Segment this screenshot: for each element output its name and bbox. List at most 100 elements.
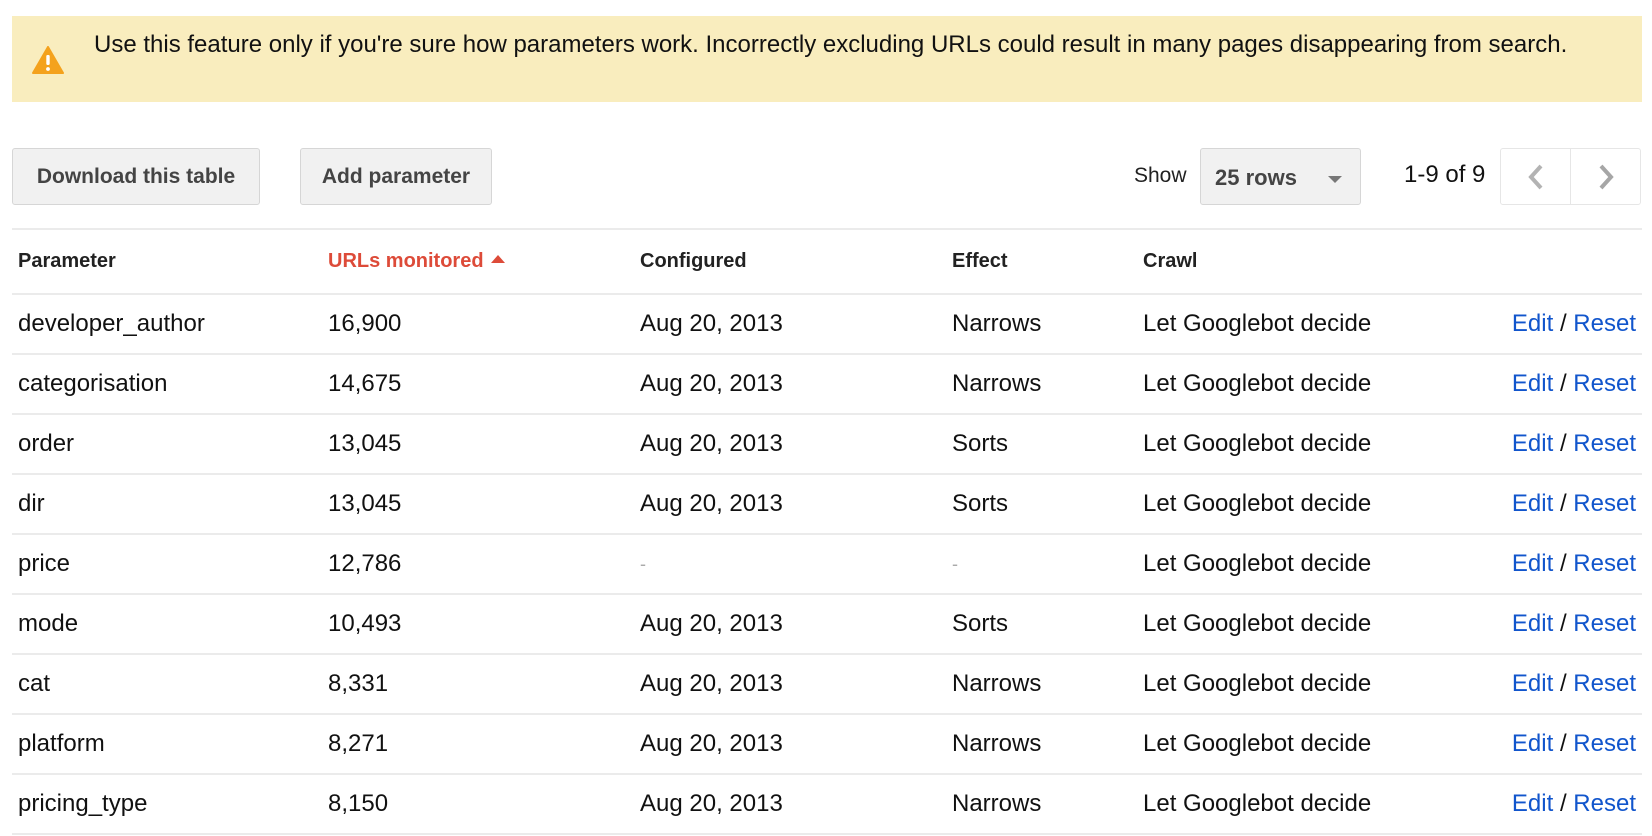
actions-cell: Edit / Reset [1457,354,1642,415]
table-row: mode 10,493 Aug 20, 2013 Sorts Let Googlebot… [12,594,1642,655]
sort-ascending-icon [490,255,505,263]
crawl-cell: Let Googlebot decide [1137,774,1457,835]
urls-monitored-cell: 13,045 [322,474,634,535]
urls-monitored-cell: 8,331 [322,654,634,715]
reset-link[interactable]: Reset [1573,430,1636,457]
reset-link[interactable]: Reset [1573,550,1636,577]
actions-cell: Edit / Reset [1457,594,1642,655]
table-header-row: Parameter URLs monitored Configured Effe… [12,229,1642,295]
effect-cell: - [946,534,1137,595]
table-row: price 12,786- - Let Googlebot decide Edit / … [12,534,1642,595]
add-parameter-button[interactable]: Add parameter [300,148,492,205]
configured-cell: - [634,534,946,595]
reset-link[interactable]: Reset [1573,370,1636,397]
actions-cell: Edit / Reset [1457,474,1642,535]
table-row: dir 13,045 Aug 20, 2013 Sorts Let Googlebot … [12,474,1642,535]
previous-page-button[interactable] [1501,149,1570,204]
parameter-cell: price [12,534,322,595]
edit-link[interactable]: Edit [1512,370,1553,397]
table-row: platform 8,271 Aug 20, 2013 Narrows Let Goog… [12,714,1642,775]
parameter-cell: platform [12,714,322,775]
effect-cell: Narrows [946,294,1137,355]
show-label: Show [1134,164,1187,187]
edit-link[interactable]: Edit [1512,430,1553,457]
separator: / [1559,430,1567,457]
configured-cell: Aug 20, 2013 [634,654,946,715]
warning-triangle-icon [32,46,64,74]
separator: / [1559,790,1567,817]
separator: / [1559,310,1567,337]
parameter-cell: categorisation [12,354,322,415]
column-header-urls-monitored[interactable]: URLs monitored [322,229,634,295]
column-header-parameter[interactable]: Parameter [12,229,322,295]
urls-monitored-cell: 10,493 [322,594,634,655]
reset-link[interactable]: Reset [1573,610,1636,637]
configured-cell: Aug 20, 2013 [634,414,946,475]
edit-link[interactable]: Edit [1512,790,1553,817]
actions-cell: Edit / Reset [1457,774,1642,835]
crawl-cell: Let Googlebot decide [1137,594,1457,655]
crawl-cell: Let Googlebot decide [1137,414,1457,475]
download-table-button[interactable]: Download this table [12,148,260,205]
effect-cell: Sorts [946,594,1137,655]
column-header-effect[interactable]: Effect [946,229,1137,295]
separator: / [1559,730,1567,757]
column-header-configured[interactable]: Configured [634,229,946,295]
reset-link[interactable]: Reset [1573,310,1636,337]
edit-link[interactable]: Edit [1512,310,1553,337]
configured-cell: Aug 20, 2013 [634,714,946,775]
parameter-cell: dir [12,474,322,535]
warning-message: Use this feature only if you're sure how… [94,31,1568,58]
header-label: Effect [952,250,1008,272]
table-row: categorisation 14,675 Aug 20, 2013 Narrows L… [12,354,1642,415]
chevron-right-icon [1599,164,1614,189]
effect-cell: Narrows [946,774,1137,835]
effect-cell: Narrows [946,714,1137,775]
configured-cell: Aug 20, 2013 [634,294,946,355]
reset-link[interactable]: Reset [1573,790,1636,817]
configured-cell: Aug 20, 2013 [634,474,946,535]
table-row: developer_author 16,900 Aug 20, 2013 Narrow… [12,294,1642,355]
urls-monitored-cell: 13,045 [322,414,634,475]
configured-cell: Aug 20, 2013 [634,354,946,415]
edit-link[interactable]: Edit [1512,550,1553,577]
edit-link[interactable]: Edit [1512,490,1553,517]
parameter-cell: developer_author [12,294,322,355]
pagination-controls [1500,148,1641,205]
actions-cell: Edit / Reset [1457,714,1642,775]
rows-per-page-select[interactable]: 25 rows [1200,148,1361,205]
table-row: order 13,045 Aug 20, 2013 Sorts Let Googlebo… [12,414,1642,475]
separator: / [1559,610,1567,637]
table-row: pricing_type 8,150 Aug 20, 2013 Narrows Let … [12,774,1642,835]
crawl-cell: Let Googlebot decide [1137,534,1457,595]
crawl-cell: Let Googlebot decide [1137,354,1457,415]
separator: / [1559,670,1567,697]
configured-cell: Aug 20, 2013 [634,594,946,655]
reset-link[interactable]: Reset [1573,730,1636,757]
urls-monitored-cell: 8,271 [322,714,634,775]
header-label: Parameter [18,250,116,272]
actions-cell: Edit / Reset [1457,414,1642,475]
effect-cell: Sorts [946,414,1137,475]
column-header-crawl[interactable]: Crawl [1137,229,1457,295]
edit-link[interactable]: Edit [1512,730,1553,757]
crawl-cell: Let Googlebot decide [1137,294,1457,355]
separator: / [1559,370,1567,397]
reset-link[interactable]: Reset [1573,670,1636,697]
parameter-cell: order [12,414,322,475]
edit-link[interactable]: Edit [1512,670,1553,697]
edit-link[interactable]: Edit [1512,610,1553,637]
next-page-button[interactable] [1570,149,1640,204]
actions-cell: Edit / Reset [1457,534,1642,595]
crawl-cell: Let Googlebot decide [1137,654,1457,715]
effect-cell: Narrows [946,354,1137,415]
parameter-cell: pricing_type [12,774,322,835]
table-row: cat 8,331 Aug 20, 2013 Narrows Let Googlebot… [12,654,1642,715]
reset-link[interactable]: Reset [1573,490,1636,517]
separator: / [1559,550,1567,577]
actions-cell: Edit / Reset [1457,294,1642,355]
urls-monitored-cell: 12,786 [322,534,634,595]
parameters-table: Parameter URLs monitored Configured Effe… [12,228,1642,835]
pagination-range: 1-9 of 9 [1404,161,1486,188]
dropdown-caret-icon [1328,176,1342,183]
